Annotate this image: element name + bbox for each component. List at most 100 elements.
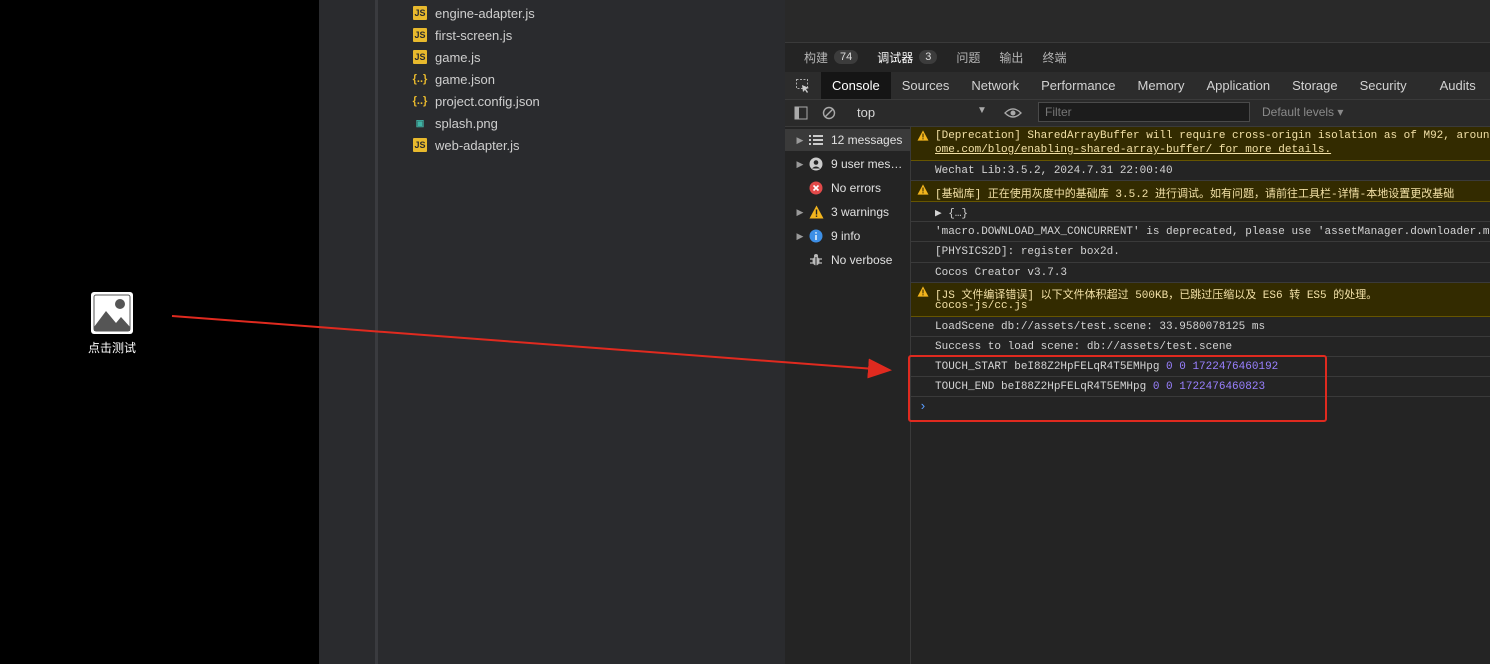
file-item[interactable]: JS engine-adapter.js (413, 2, 535, 24)
levels-dropdown[interactable]: Default levels ▾ (1262, 105, 1343, 119)
sidebar-item-warnings[interactable]: ▶ 3 warnings (785, 201, 910, 223)
clear-console-icon[interactable] (822, 106, 836, 120)
sidebar-item-user-messages[interactable]: ▶ 9 user mess… (785, 153, 910, 175)
tab-problems[interactable]: 问题 (956, 49, 980, 66)
warning-icon (917, 184, 929, 195)
test-button-label[interactable]: 点击测试 (74, 339, 150, 356)
file-item[interactable]: JS game.js (413, 46, 481, 68)
tab-label: 终端 (1042, 50, 1067, 65)
message-text: [PHYSICS2D]: register box2d. (935, 246, 1120, 258)
file-name: game.js (435, 49, 481, 65)
tab-label: 输出 (999, 50, 1024, 65)
warning-icon (917, 130, 929, 141)
file-item[interactable]: {..} game.json (413, 68, 495, 90)
message-text: Success to load scene: db://assets/test.… (935, 341, 1233, 353)
expand-arrow-icon[interactable]: ▶ (793, 231, 807, 242)
message-text: [Deprecation] SharedArrayBuffer will req… (935, 130, 1490, 142)
tab-audits[interactable]: Audits (1418, 72, 1487, 99)
tab-storage[interactable]: Storage (1281, 72, 1349, 99)
sidebar-item-label: 9 user mess… (831, 157, 905, 171)
panel-tab-bar: Console Sources Network Performance Memo… (785, 72, 1490, 100)
console-message-warning[interactable]: [JS 文件编译错误] 以下文件体积超过 500KB，已跳过压缩以及 ES6 转… (911, 283, 1490, 317)
bug-icon (807, 253, 825, 267)
message-text: cocos-js/cc.js (935, 300, 1028, 312)
sidebar-item-label: 9 info (831, 229, 861, 243)
message-link[interactable]: ome.com/blog/enabling-shared-array-buffe… (935, 144, 1331, 156)
tab-sources[interactable]: Sources (891, 72, 961, 99)
file-name: web-adapter.js (435, 137, 520, 153)
file-item[interactable]: JS first-screen.js (413, 24, 512, 46)
inspect-element-icon[interactable] (785, 72, 821, 99)
console-sidebar: ▶ 12 messages ▶ 9 user mess… No errors ▶… (785, 127, 911, 664)
file-name: splash.png (435, 115, 498, 131)
tab-build[interactable]: 构建 74 (804, 49, 859, 66)
expand-arrow-icon[interactable]: ▶ (793, 135, 807, 146)
highlight-box (908, 355, 1327, 422)
sidebar-toggle-icon[interactable] (794, 106, 808, 120)
sidebar-item-label: No verbose (831, 253, 893, 267)
tab-network[interactable]: Network (960, 72, 1030, 99)
json-file-icon: {..} (412, 95, 428, 107)
js-file-icon: JS (413, 138, 427, 152)
user-icon (807, 157, 825, 171)
expand-arrow-icon[interactable]: ▶ (793, 159, 807, 170)
expand-arrow-icon[interactable]: ▶ (793, 207, 807, 218)
tab-console[interactable]: Console (821, 72, 891, 99)
json-file-icon: {..} (412, 73, 428, 85)
sidebar-item-label: 3 warnings (831, 205, 890, 219)
simulator-panel: 点击测试 (0, 0, 319, 664)
tab-performance[interactable]: Performance (1030, 72, 1126, 99)
console-message-warning[interactable]: [Deprecation] SharedArrayBuffer will req… (911, 127, 1490, 161)
console-message[interactable]: Wechat Lib:3.5.2, 2024.7.31 22:00:40 (911, 161, 1490, 181)
sidebar-item-verbose[interactable]: No verbose (785, 249, 910, 271)
filter-input[interactable] (1038, 102, 1250, 122)
file-item[interactable]: {..} project.config.json (413, 90, 540, 112)
count-badge: 3 (919, 50, 938, 64)
file-name: engine-adapter.js (435, 5, 535, 21)
js-file-icon: JS (413, 6, 427, 20)
dropdown-arrow-icon[interactable]: ▼ (977, 105, 987, 116)
context-select[interactable]: top (857, 105, 875, 120)
devtools-header (785, 0, 1490, 43)
console-message[interactable]: LoadScene db://assets/test.scene: 33.958… (911, 317, 1490, 337)
file-name: game.json (435, 71, 495, 87)
file-explorer: JS engine-adapter.js JS first-screen.js JS… (319, 0, 785, 664)
tab-application[interactable]: Application (1195, 72, 1281, 99)
message-text: [基础库] 正在使用灰度中的基础库 3.5.2 进行调试。如有问题，请前往工具栏… (935, 189, 1455, 201)
top-tab-bar: 构建 74 调试器 3 问题 输出 终端 (785, 44, 1490, 70)
console-message[interactable]: Success to load scene: db://assets/test.… (911, 337, 1490, 357)
console-toolbar: top ▼ Default levels ▾ (785, 100, 1490, 127)
tab-debugger[interactable]: 调试器 3 (877, 49, 938, 66)
console-message[interactable]: Cocos Creator v3.7.3 (911, 263, 1490, 283)
message-text: Cocos Creator v3.7.3 (935, 267, 1068, 279)
console-message-object[interactable]: ▶ {…} (911, 202, 1490, 222)
js-file-icon: JS (413, 50, 427, 64)
devtools-panel: 构建 74 调试器 3 问题 输出 终端 Console Sources Netwo… (785, 0, 1490, 664)
sidebar-item-label: No errors (831, 181, 882, 195)
sidebar-item-messages[interactable]: ▶ 12 messages (785, 129, 910, 151)
console-message[interactable]: [PHYSICS2D]: register box2d. (911, 242, 1490, 263)
file-item[interactable]: JS web-adapter.js (413, 134, 520, 156)
sidebar-item-info[interactable]: ▶ 9 info (785, 225, 910, 247)
object-preview[interactable]: ▶ {…} (935, 206, 968, 220)
tab-memory[interactable]: Memory (1127, 72, 1196, 99)
tab-terminal[interactable]: 终端 (1042, 49, 1066, 66)
js-file-icon: JS (413, 28, 427, 42)
file-name: first-screen.js (435, 27, 513, 43)
explorer-gutter (375, 0, 378, 664)
message-text: LoadScene db://assets/test.scene: 33.958… (935, 321, 1266, 333)
tab-label: 调试器 (877, 50, 914, 65)
console-message-warning[interactable]: [基础库] 正在使用灰度中的基础库 3.5.2 进行调试。如有问题，请前往工具栏… (911, 181, 1490, 202)
eye-icon[interactable] (1004, 107, 1022, 119)
console-message[interactable]: 'macro.DOWNLOAD_MAX_CONCURRENT' is depre… (911, 222, 1490, 242)
error-icon (807, 181, 825, 195)
tab-label: 构建 (804, 50, 829, 65)
image-icon[interactable] (90, 291, 134, 335)
info-icon (807, 229, 825, 243)
sidebar-item-errors[interactable]: No errors (785, 177, 910, 199)
tab-security[interactable]: Security (1349, 72, 1418, 99)
tab-output[interactable]: 输出 (999, 49, 1023, 66)
list-icon (807, 135, 825, 145)
file-name: project.config.json (435, 93, 540, 109)
file-item[interactable]: ▣ splash.png (413, 112, 498, 134)
